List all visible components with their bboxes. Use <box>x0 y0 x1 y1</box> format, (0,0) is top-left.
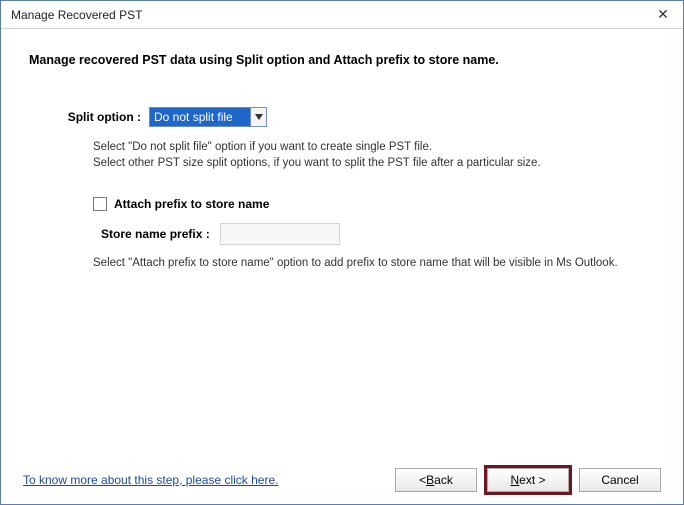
page-heading: Manage recovered PST data using Split op… <box>29 53 655 67</box>
split-option-dropdown[interactable]: Do not split file <box>149 107 267 127</box>
split-option-selected: Do not split file <box>150 108 250 126</box>
close-button[interactable]: ✕ <box>643 1 683 29</box>
titlebar: Manage Recovered PST ✕ <box>1 1 683 29</box>
dialog-footer: To know more about this step, please cli… <box>1 456 683 504</box>
attach-prefix-checkbox[interactable] <box>93 197 107 211</box>
attach-prefix-row: Attach prefix to store name <box>93 197 655 211</box>
next-button-mnemonic: N <box>510 469 519 491</box>
split-hint-1: Select "Do not split file" option if you… <box>93 139 655 155</box>
attach-prefix-label: Attach prefix to store name <box>114 197 269 211</box>
store-prefix-label: Store name prefix : <box>101 227 220 241</box>
chevron-down-icon <box>250 108 266 126</box>
split-option-label: Split option : <box>57 110 149 124</box>
back-button[interactable]: < Back <box>395 468 477 492</box>
store-prefix-row: Store name prefix : <box>101 223 655 245</box>
window-title: Manage Recovered PST <box>11 8 643 22</box>
next-button-rest: ext > <box>519 469 545 491</box>
dialog-window: Manage Recovered PST ✕ Manage recovered … <box>0 0 684 505</box>
split-option-row: Split option : Do not split file <box>57 107 655 127</box>
dialog-content: Manage recovered PST data using Split op… <box>1 29 683 504</box>
attach-prefix-hint: Select "Attach prefix to store name" opt… <box>93 257 655 269</box>
split-hint-2: Select other PST size split options, if … <box>93 155 655 171</box>
back-button-mnemonic: B <box>426 469 434 491</box>
next-button[interactable]: Next > <box>487 468 569 492</box>
split-option-hints: Select "Do not split file" option if you… <box>93 139 655 171</box>
close-icon: ✕ <box>657 6 669 23</box>
cancel-button[interactable]: Cancel <box>579 468 661 492</box>
back-button-prefix: < <box>419 469 426 491</box>
help-link[interactable]: To know more about this step, please cli… <box>23 473 278 487</box>
store-prefix-input[interactable] <box>220 223 340 245</box>
back-button-rest: ack <box>434 469 453 491</box>
